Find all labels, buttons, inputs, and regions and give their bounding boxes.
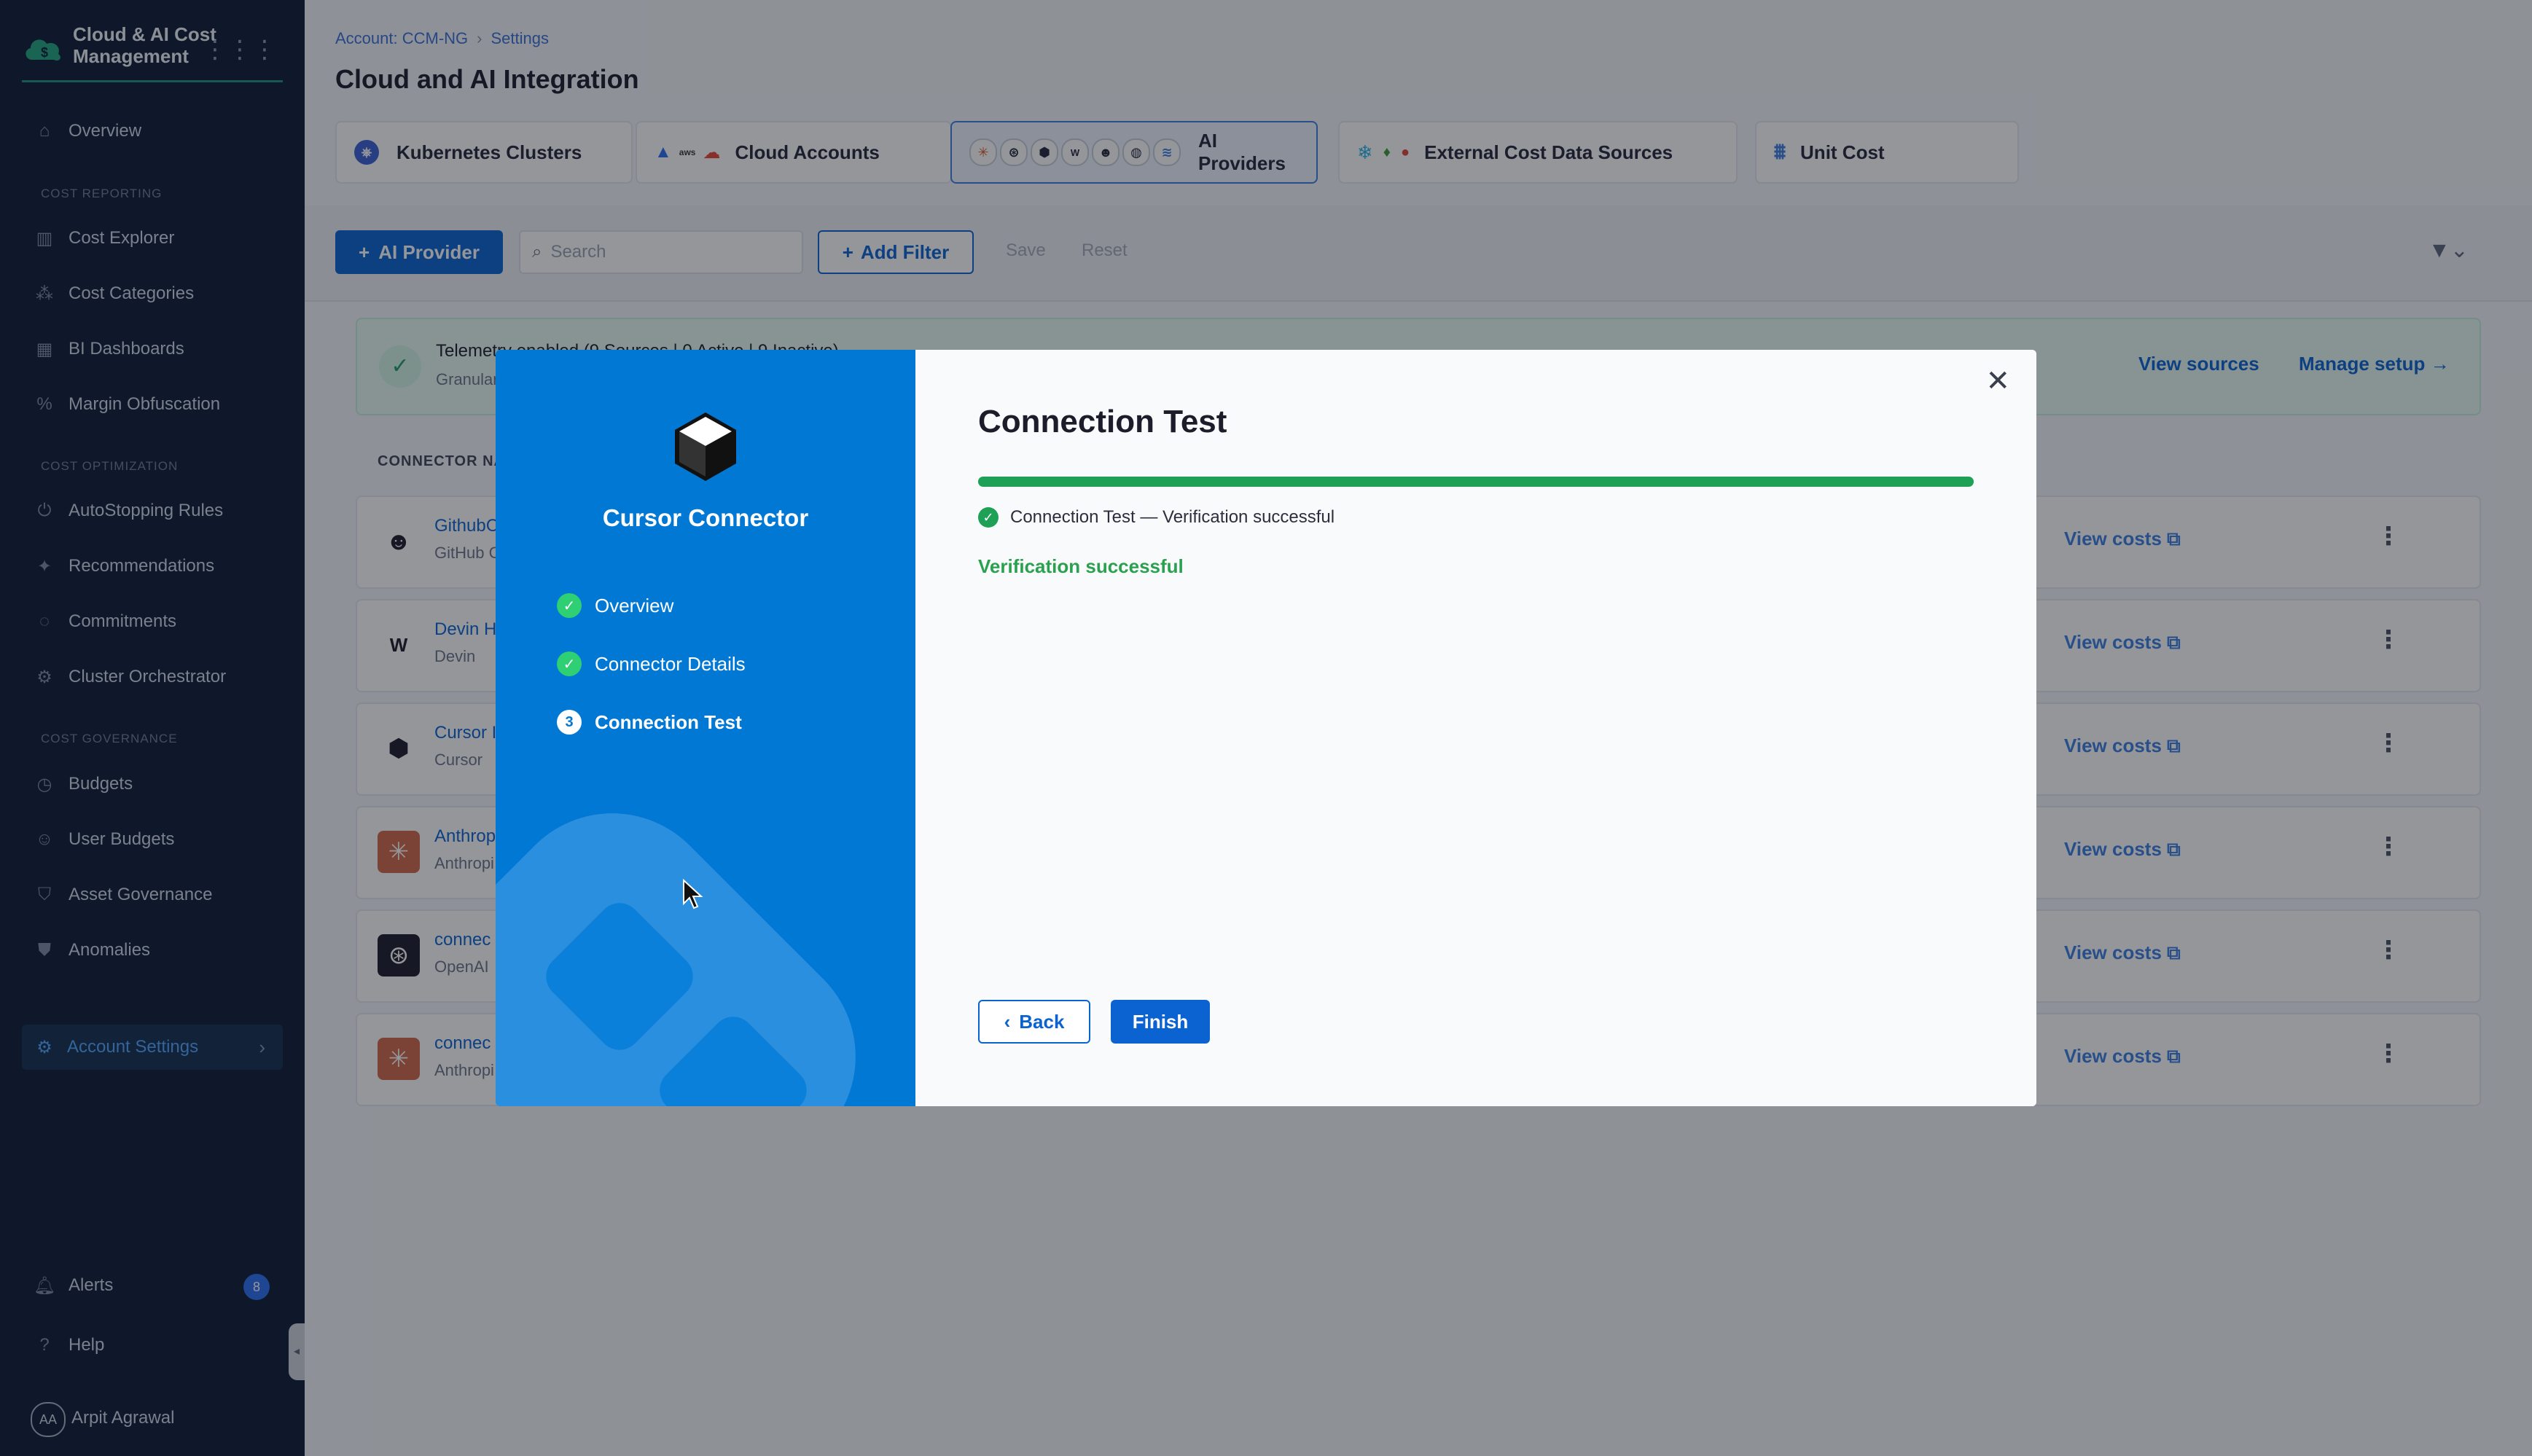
check-icon: ✓	[557, 651, 582, 676]
cursor-cube-icon	[675, 412, 736, 481]
connection-status: ✓ Connection Test — Verification success…	[978, 507, 1335, 528]
connector-wizard-dialog: Cursor Connector ✓ Overview ✓ Connector …	[496, 350, 2036, 1106]
finish-button[interactable]: Finish	[1111, 1000, 1210, 1044]
close-icon[interactable]: ✕	[1985, 364, 2010, 398]
step-overview[interactable]: ✓ Overview	[557, 593, 673, 618]
progress-fill	[978, 477, 1974, 487]
check-icon: ✓	[557, 593, 582, 618]
wizard-content: ✕ Connection Test ✓ Connection Test — Ve…	[915, 350, 2036, 1106]
back-button[interactable]: ‹ Back	[978, 1000, 1090, 1044]
connection-progress-bar	[978, 477, 1974, 487]
step-connector-details[interactable]: ✓ Connector Details	[557, 651, 746, 676]
step-number: 3	[557, 710, 582, 735]
verification-message: Verification successful	[978, 555, 1184, 577]
dialog-title: Connection Test	[978, 404, 1227, 439]
check-circle-icon: ✓	[978, 507, 999, 528]
connector-title: Cursor Connector	[602, 504, 809, 531]
step-connection-test[interactable]: 3 Connection Test	[557, 710, 742, 735]
chevron-left-icon: ‹	[1004, 1010, 1011, 1033]
wizard-sidebar: Cursor Connector ✓ Overview ✓ Connector …	[496, 350, 915, 1106]
mouse-pointer-icon	[683, 879, 703, 909]
